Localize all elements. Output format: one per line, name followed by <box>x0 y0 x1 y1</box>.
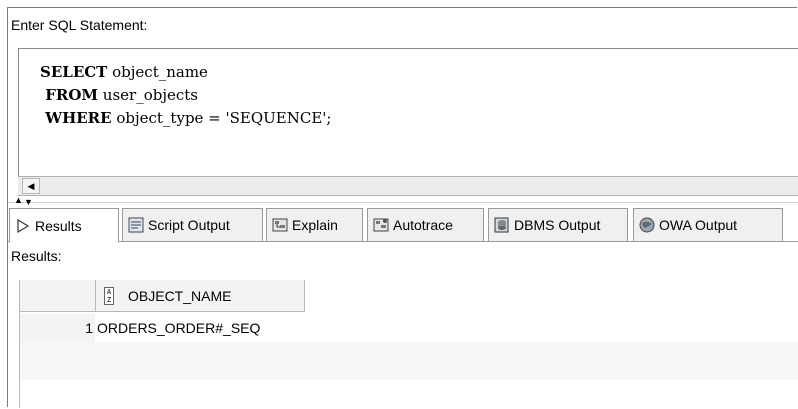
table-row[interactable]: 1 ORDERS_ORDER#_SEQ <box>20 314 798 342</box>
sql-editor[interactable]: SELECT object_name FROM user_objects WHE… <box>18 48 798 176</box>
tab-label: OWA Output <box>659 217 738 233</box>
tab-explain[interactable]: Explain <box>266 208 363 241</box>
tab-label: Autotrace <box>393 217 453 233</box>
results-label: Results: <box>11 248 62 264</box>
sql-text: object_name <box>107 63 208 81</box>
tab-script-output[interactable]: Script Output <box>122 208 263 241</box>
owa-output-icon <box>638 216 656 234</box>
sort-icon[interactable]: AZ <box>104 286 114 305</box>
row-number: 1 <box>20 314 95 342</box>
column-header-label: OBJECT_NAME <box>128 287 232 304</box>
sql-line: WHERE object_type = 'SEQUENCE'; <box>40 107 332 130</box>
sql-keyword: FROM <box>40 86 99 104</box>
results-grid: AZ OBJECT_NAME 1 ORDERS_ORDER#_SEQ <box>19 280 798 408</box>
splitter-line <box>8 202 798 203</box>
sql-line: SELECT object_name <box>40 61 332 84</box>
sql-worksheet: Enter SQL Statement: SELECT object_name … <box>7 7 798 408</box>
tab-dbms-output[interactable]: DBMS Output <box>488 208 628 241</box>
sql-keyword: SELECT <box>40 63 108 81</box>
collapse-down-icon[interactable]: ▼ <box>24 198 33 207</box>
tab-autotrace[interactable]: Autotrace <box>367 208 484 241</box>
tab-label: Script Output <box>148 217 230 233</box>
sql-code: SELECT object_name FROM user_objects WHE… <box>40 61 332 130</box>
tab-label: DBMS Output <box>514 217 601 233</box>
script-output-icon <box>127 216 145 234</box>
column-header-object-name[interactable]: AZ OBJECT_NAME <box>95 280 305 312</box>
explain-icon <box>271 216 289 234</box>
sql-line: FROM user_objects <box>40 84 332 107</box>
scroll-left-icon[interactable]: ◀ <box>22 178 40 194</box>
editor-horizontal-scrollbar[interactable]: ◀ <box>18 176 798 196</box>
tab-owa-output[interactable]: OWA Output <box>633 208 783 241</box>
sql-statement-label: Enter SQL Statement: <box>11 17 148 33</box>
sql-keyword: WHERE <box>40 109 112 127</box>
output-tab-bar: Results Script Output Explain Autotrace … <box>8 208 798 242</box>
tab-results[interactable]: Results <box>9 208 119 242</box>
empty-grid-area <box>20 342 798 380</box>
tab-label: Results <box>35 217 82 234</box>
dbms-output-icon <box>493 216 511 234</box>
row-number-header <box>20 280 95 312</box>
table-cell[interactable]: ORDERS_ORDER#_SEQ <box>97 314 260 342</box>
sql-text: object_type = 'SEQUENCE'; <box>111 109 332 127</box>
play-icon <box>14 217 32 235</box>
sql-text: user_objects <box>98 86 198 104</box>
autotrace-icon <box>372 216 390 234</box>
collapse-up-icon[interactable]: ▲ <box>14 196 23 205</box>
tab-label: Explain <box>292 217 338 233</box>
